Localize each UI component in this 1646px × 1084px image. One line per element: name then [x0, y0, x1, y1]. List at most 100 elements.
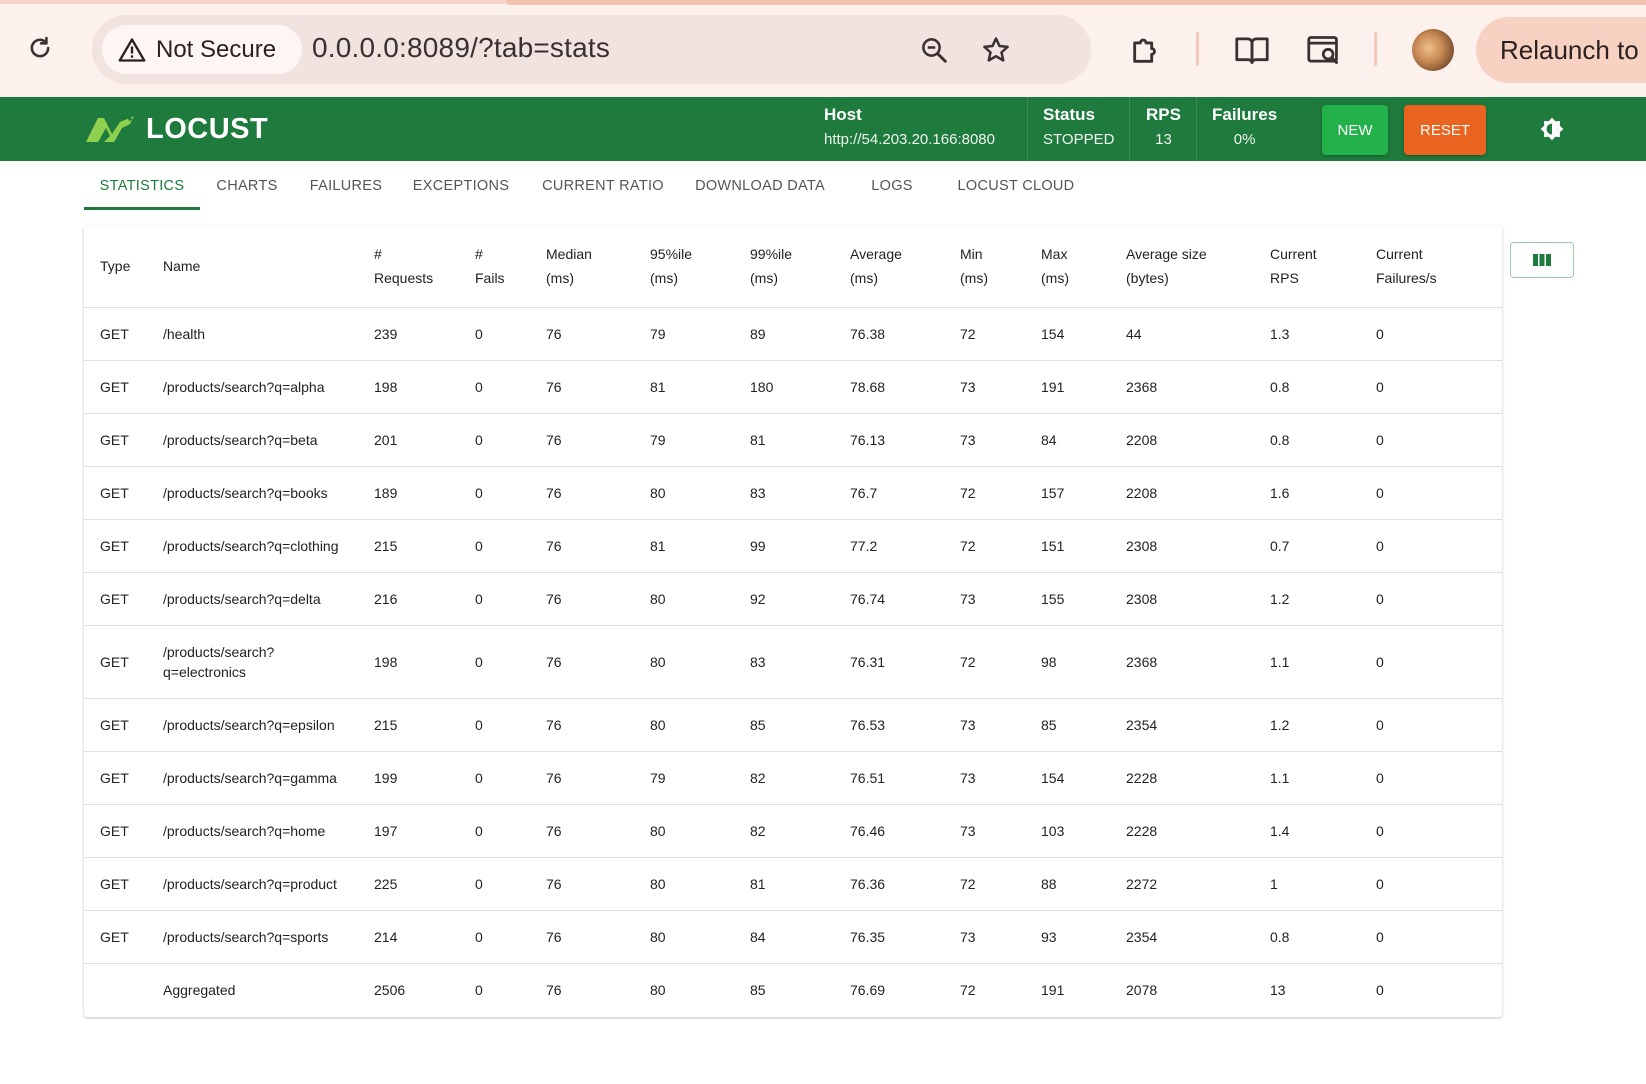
column-header-average[interactable]: Average (ms) [834, 226, 944, 308]
table-row: GET/products/search?q=beta 201 0 76 79 81 76.1… [84, 413, 1502, 467]
cell-requests: 2506 [374, 981, 406, 998]
table-row: GET/health 239 0 76 79 89 76.38 72 154 44 1.3 0 [84, 307, 1502, 361]
column-header-current-failures[interactable]: Current Failures/s [1360, 226, 1502, 308]
failures-label: Failures [1212, 105, 1278, 124]
cell-current-failures: 0 [1360, 572, 1502, 626]
cell-p95: 80 [634, 857, 734, 911]
cell-min: 72 [944, 857, 1025, 911]
column-header-median[interactable]: Median (ms) [530, 226, 634, 308]
address-bar[interactable]: Not Secure 0.0.0.0:8089/?tab=stats [92, 15, 1091, 84]
column-header-avg-size[interactable]: Average size (bytes) [1110, 226, 1254, 308]
cell-current-rps: 1.4 [1254, 804, 1360, 858]
reload-button[interactable] [22, 30, 58, 66]
cell-p95: 81 [634, 360, 734, 414]
column-header-p95[interactable]: 95%ile (ms) [634, 226, 734, 308]
cell-median: 76 [530, 804, 634, 858]
profile-avatar[interactable] [1412, 29, 1454, 71]
zoom-button[interactable] [916, 32, 952, 68]
column-header-line: Median [546, 246, 592, 263]
header-divider [1196, 97, 1197, 161]
cell-type: GET [84, 857, 147, 911]
locust-logo[interactable]: LOCUST [84, 109, 268, 149]
tab-search-button[interactable] [1304, 30, 1344, 70]
cell-min: 73 [944, 360, 1025, 414]
cell-current-failures: 0 [1360, 804, 1502, 858]
column-header-max[interactable]: Max (ms) [1025, 226, 1110, 308]
cell-requests: 189 [358, 466, 459, 520]
cell-min: 72 [960, 981, 976, 998]
star-icon [983, 37, 1009, 62]
extensions-button[interactable] [1126, 30, 1166, 70]
failures-value: 0% [1233, 131, 1256, 148]
table-row: GET/products/search?q=books 189 0 76 80 83 76.… [84, 466, 1502, 520]
cell-requests: 215 [358, 698, 459, 752]
tab-logs[interactable]: LOGS [838, 162, 946, 210]
cell-min: 73 [944, 698, 1025, 752]
cell-avg-size: 2228 [1110, 751, 1254, 805]
bookmark-button[interactable] [978, 32, 1014, 68]
tab-locust-cloud[interactable]: LOCUST CLOUD [946, 162, 1086, 210]
cell-max: 155 [1025, 572, 1110, 626]
cell-current-rps: 0.8 [1254, 413, 1360, 467]
column-header-p99[interactable]: 99%ile (ms) [734, 226, 834, 308]
cell-max: 151 [1025, 519, 1110, 573]
cell-average: 76.7 [834, 466, 944, 520]
column-header-type[interactable]: Type [84, 226, 147, 308]
column-header-line: Max [1041, 246, 1068, 263]
header-divider [1129, 97, 1130, 161]
column-header-line: Average size [1126, 246, 1207, 263]
table-row: GET/products/search?q=alpha 198 0 76 81 180 78… [84, 360, 1502, 414]
cell-current-failures: 0 [1360, 519, 1502, 573]
cell-avg-size: 2208 [1110, 466, 1254, 520]
table-body: GET/health 239 0 76 79 89 76.38 72 154 44 1.3 0 GET /… [84, 307, 1502, 1016]
cell-fails: 0 [459, 572, 530, 626]
cell-current-failures: 0 [1360, 625, 1502, 699]
tab-current-ratio[interactable]: CURRENT RATIO [524, 162, 682, 210]
tab-failures[interactable]: FAILURES [294, 162, 398, 210]
column-header-line: Type [100, 258, 131, 275]
cell-average: 76.46 [834, 804, 944, 858]
reset-stats-button[interactable]: RESET [1404, 105, 1486, 155]
column-header-line: (bytes) [1126, 270, 1169, 287]
cell-name: /products/search?q=home [147, 804, 358, 858]
cell-avg-size: 2368 [1110, 625, 1254, 699]
rps-stat: RPS 13 [1146, 105, 1181, 148]
puzzle-icon [1133, 38, 1156, 63]
url-text[interactable]: 0.0.0.0:8089/?tab=stats [312, 32, 610, 64]
column-header-fails[interactable]: # Fails [459, 226, 530, 308]
table-row: GET/products/search?q=clothing 215 0 76 81 99… [84, 519, 1502, 573]
active-tab-indicator [84, 207, 200, 210]
cell-requests: 216 [358, 572, 459, 626]
cell-name: /products/search? q=electronics [147, 625, 358, 699]
column-header-line: 95%ile [650, 246, 693, 263]
cell-median: 76 [530, 466, 634, 520]
tab-statistics[interactable]: STATISTICS [84, 162, 200, 210]
cell-type: GET [84, 360, 147, 414]
statistics-table-card: Type Name # Requests # Fails Median (ms) 95%ile (… [84, 226, 1502, 1017]
cell-average: 77.2 [834, 519, 944, 573]
cell-current-rps: 1 [1254, 857, 1360, 911]
locust-logo-icon [86, 116, 134, 142]
cell-min: 72 [944, 307, 1025, 361]
failures-stat: Failures 0% [1212, 105, 1277, 148]
cell-name: /products/search?q=sports [147, 910, 358, 964]
reading-list-button[interactable] [1232, 30, 1272, 70]
column-header-requests[interactable]: # Requests [358, 226, 459, 308]
brightness-icon [1540, 117, 1564, 141]
cell-name: /products/search?q=books [147, 466, 358, 520]
relaunch-button[interactable]: Relaunch to [1476, 17, 1646, 83]
cell-requests: 197 [358, 804, 459, 858]
column-header-min[interactable]: Min (ms) [944, 226, 1025, 308]
tab-exceptions[interactable]: EXCEPTIONS [398, 162, 524, 210]
tab-charts[interactable]: CHARTS [200, 162, 294, 210]
site-security-chip[interactable]: Not Secure [102, 25, 302, 74]
cell-requests: 198 [358, 360, 459, 414]
column-header-name[interactable]: Name [147, 226, 358, 308]
cell-current-rps: 0.8 [1254, 910, 1360, 964]
theme-toggle-button[interactable] [1534, 111, 1570, 147]
new-test-button[interactable]: NEW [1322, 105, 1388, 155]
tab-download-data[interactable]: DOWNLOAD DATA [682, 162, 838, 210]
column-selector-button[interactable] [1510, 242, 1574, 278]
cell-median: 76 [530, 572, 634, 626]
column-header-current-rps[interactable]: Current RPS [1254, 226, 1360, 308]
